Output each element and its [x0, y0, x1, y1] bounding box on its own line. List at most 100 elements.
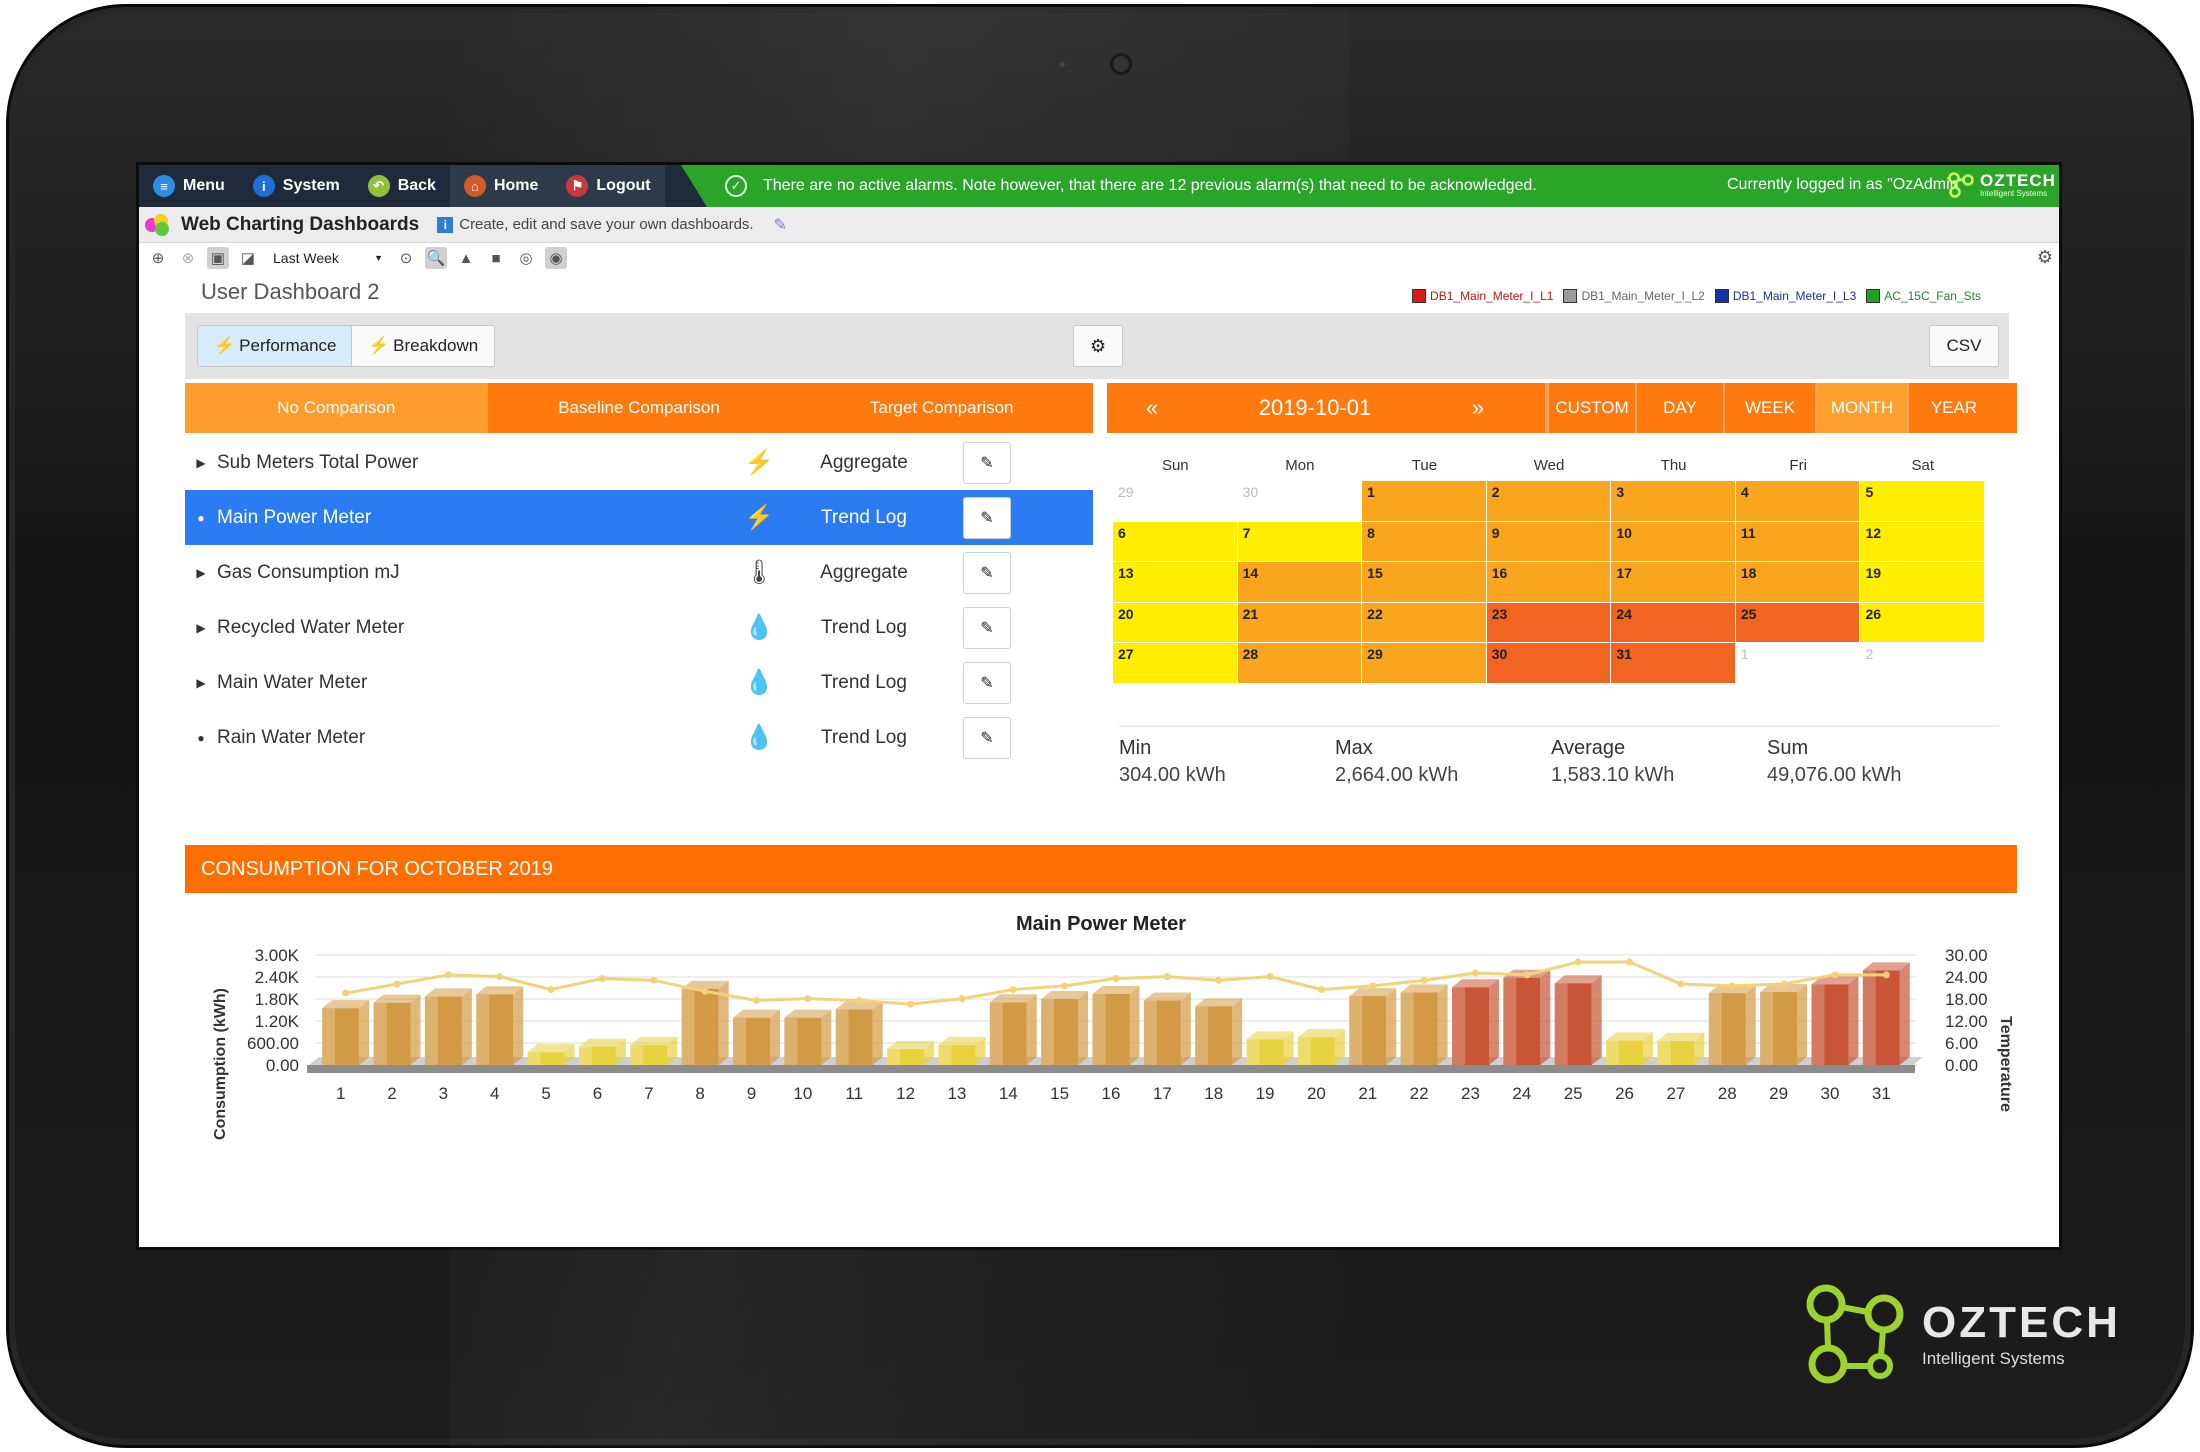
- temperature-point[interactable]: [1112, 975, 1120, 982]
- calendar-day-cell[interactable]: 3: [1611, 481, 1736, 522]
- alarm-banner[interactable]: ✓ There are no active alarms. Note howev…: [681, 165, 2059, 207]
- temperature-point[interactable]: [1061, 982, 1069, 990]
- temperature-point[interactable]: [1369, 982, 1377, 990]
- bar-23[interactable]: [1451, 979, 1499, 1065]
- calendar-day-cell[interactable]: 30: [1237, 481, 1363, 522]
- edit-meter-button[interactable]: ✎: [963, 716, 1011, 759]
- bar-13[interactable]: [938, 1036, 986, 1065]
- bar-26[interactable]: [1606, 1032, 1654, 1065]
- calendar-day-cell[interactable]: 22: [1362, 602, 1487, 643]
- temperature-point[interactable]: [342, 989, 350, 997]
- calendar-day-cell[interactable]: 29: [1113, 481, 1238, 522]
- expand-caret-icon[interactable]: ▶: [185, 566, 217, 580]
- temperature-point[interactable]: [1523, 971, 1531, 979]
- temperature-point[interactable]: [907, 1000, 915, 1008]
- edit-meter-button[interactable]: ✎: [963, 661, 1011, 704]
- meter-row[interactable]: ● Rain Water Meter 💧 Trend Log ✎: [185, 710, 1093, 765]
- meter-row[interactable]: ▶ Gas Consumption mJ 🌡 Aggregate ✎: [185, 545, 1093, 600]
- bar-12[interactable]: [887, 1040, 935, 1065]
- remove-circle-icon[interactable]: ⊗: [177, 247, 199, 269]
- bar-25[interactable]: [1554, 975, 1602, 1065]
- comparison-tab[interactable]: No Comparison: [185, 383, 488, 433]
- bar-17[interactable]: [1143, 992, 1191, 1065]
- calendar-day-cell[interactable]: 11: [1735, 521, 1861, 562]
- edit-pencil-icon[interactable]: ✎: [774, 215, 787, 235]
- calendar-day-cell[interactable]: 28: [1237, 643, 1363, 684]
- bar-24[interactable]: [1503, 969, 1551, 1065]
- expand-caret-icon[interactable]: ▶: [185, 456, 217, 470]
- nav-home-button[interactable]: ⌂ Home: [449, 165, 553, 207]
- calendar-day-cell[interactable]: 25: [1735, 602, 1861, 643]
- calendar-day-cell[interactable]: 4: [1735, 481, 1861, 522]
- bar-6[interactable]: [578, 1038, 626, 1065]
- calendar-day-button[interactable]: DAY: [1635, 383, 1723, 433]
- nav-system-button[interactable]: i System: [239, 165, 354, 207]
- edit-meter-button[interactable]: ✎: [963, 441, 1011, 484]
- calendar-week-button[interactable]: WEEK: [1723, 383, 1815, 433]
- calendar-month-button[interactable]: MONTH: [1815, 383, 1907, 433]
- temperature-point[interactable]: [804, 995, 812, 1003]
- temperature-point[interactable]: [598, 975, 606, 982]
- warning-icon[interactable]: ▲: [455, 247, 477, 269]
- calendar-day-cell[interactable]: 15: [1362, 562, 1487, 603]
- calendar-day-cell[interactable]: 8: [1362, 521, 1487, 562]
- bar-2[interactable]: [373, 994, 421, 1065]
- record-icon[interactable]: ◉: [545, 247, 567, 269]
- temperature-point[interactable]: [444, 971, 452, 979]
- bar-3[interactable]: [424, 988, 472, 1065]
- calendar-day-cell[interactable]: 23: [1486, 602, 1612, 643]
- temperature-point[interactable]: [1728, 982, 1736, 990]
- bar-15[interactable]: [1041, 991, 1089, 1065]
- add-circle-icon[interactable]: ⊕: [147, 247, 169, 269]
- meter-row[interactable]: ● Main Power Meter ⚡ Trend Log ✎: [185, 490, 1093, 545]
- temperature-point[interactable]: [855, 997, 863, 1004]
- edit-meter-button[interactable]: ✎: [963, 496, 1011, 539]
- expand-caret-icon[interactable]: ▶: [185, 621, 217, 635]
- legend-item[interactable]: DB1_Main_Meter_I_L2: [1563, 289, 1705, 303]
- temperature-point[interactable]: [753, 997, 761, 1004]
- report-icon[interactable]: ■: [485, 247, 507, 269]
- calendar-day-cell[interactable]: 29: [1362, 643, 1487, 684]
- bullet-icon[interactable]: ●: [185, 511, 217, 525]
- panel-settings-button[interactable]: ⚙: [1073, 325, 1123, 367]
- expand-caret-icon[interactable]: ▶: [185, 676, 217, 690]
- bar-14[interactable]: [989, 994, 1037, 1065]
- calendar-day-cell[interactable]: 7: [1237, 521, 1363, 562]
- edit-meter-button[interactable]: ✎: [963, 551, 1011, 594]
- calendar-day-cell[interactable]: 17: [1611, 562, 1736, 603]
- meter-row[interactable]: ▶ Main Water Meter 💧 Trend Log ✎: [185, 655, 1093, 710]
- breakdown-button[interactable]: ⚡ Breakdown: [351, 325, 496, 367]
- calendar-day-cell[interactable]: 12: [1860, 521, 1986, 562]
- temperature-point[interactable]: [701, 987, 709, 995]
- performance-button[interactable]: ⚡ Performance: [197, 325, 354, 367]
- calendar-day-cell[interactable]: 18: [1735, 562, 1861, 603]
- bar-30[interactable]: [1811, 976, 1859, 1065]
- calendar-day-cell[interactable]: 24: [1611, 602, 1736, 643]
- temperature-point[interactable]: [1831, 971, 1839, 979]
- nav-logout-button[interactable]: ⚑ Logout: [552, 165, 665, 207]
- csv-export-button[interactable]: CSV: [1929, 325, 1999, 367]
- temperature-point[interactable]: [1471, 969, 1479, 977]
- bar-10[interactable]: [784, 1009, 832, 1065]
- legend-item[interactable]: AC_15C_Fan_Sts: [1866, 289, 1981, 303]
- calendar-day-cell[interactable]: 10: [1611, 521, 1736, 562]
- temperature-point[interactable]: [1420, 976, 1428, 984]
- bullet-icon[interactable]: ●: [185, 731, 217, 745]
- bar-1[interactable]: [322, 1000, 370, 1065]
- temperature-point[interactable]: [1882, 971, 1890, 979]
- legend-item[interactable]: DB1_Main_Meter_I_L3: [1714, 289, 1856, 303]
- bar-9[interactable]: [733, 1009, 781, 1065]
- range-select[interactable]: Last Week ▼: [269, 247, 387, 269]
- settings-gear-icon[interactable]: ⚙: [2037, 247, 2053, 268]
- calendar-day-cell[interactable]: 2: [1486, 481, 1612, 522]
- temperature-point[interactable]: [547, 986, 555, 993]
- comparison-tab[interactable]: Baseline Comparison: [487, 383, 791, 433]
- comparison-tab[interactable]: Target Comparison: [790, 383, 1094, 433]
- bar-27[interactable]: [1657, 1032, 1705, 1065]
- bar-4[interactable]: [476, 986, 524, 1065]
- calendar-day-cell[interactable]: 27: [1113, 643, 1238, 684]
- bar-21[interactable]: [1349, 988, 1397, 1065]
- bar-20[interactable]: [1297, 1029, 1345, 1065]
- edit-meter-button[interactable]: ✎: [963, 606, 1011, 649]
- calendar-day-cell[interactable]: 6: [1113, 521, 1238, 562]
